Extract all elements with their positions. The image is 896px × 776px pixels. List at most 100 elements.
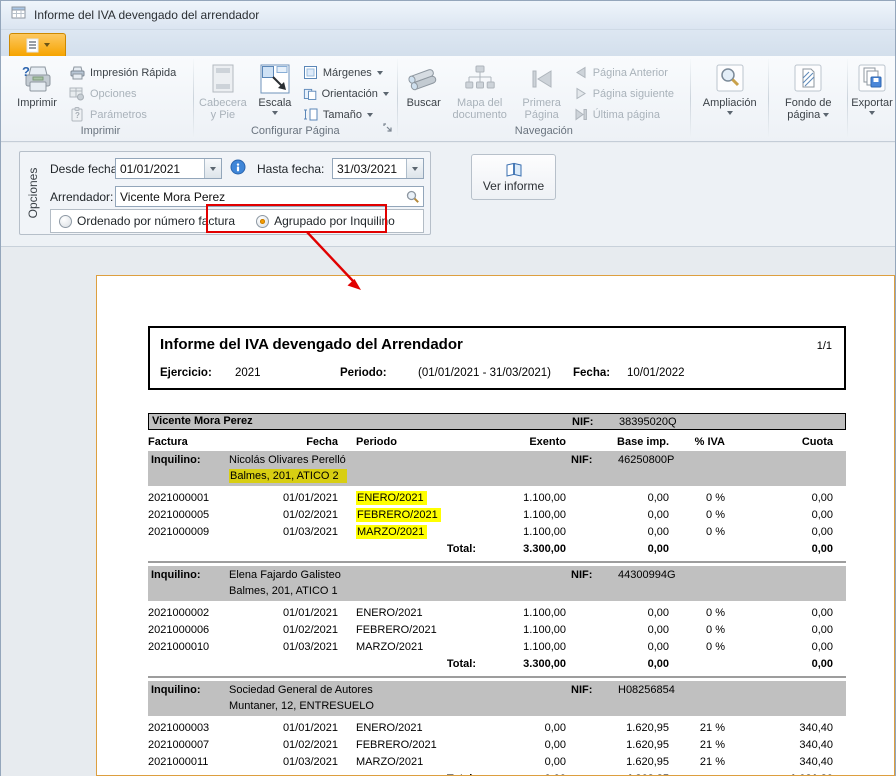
cell-iva: 0 %: [669, 607, 725, 619]
application-menu-tab[interactable]: [9, 33, 66, 56]
group-label-fondo: [770, 124, 846, 141]
exportar-label: Exportar: [851, 97, 893, 109]
opciones-panel-label: Opciones: [26, 168, 40, 219]
group-exportar: Exportar: [849, 56, 895, 141]
imprimir-button[interactable]: ? Imprimir: [9, 58, 65, 109]
page-indicator: 1/1: [817, 340, 832, 352]
column-header-row: Factura Fecha Periodo Exento Base imp. %…: [148, 430, 846, 451]
pagina-anterior-button[interactable]: Página Anterior: [570, 63, 688, 82]
tenant-nif-label: NIF:: [571, 567, 592, 583]
exportar-button[interactable]: Exportar: [849, 58, 895, 115]
orientacion-label: Orientación: [322, 88, 378, 100]
escala-button[interactable]: Escala: [251, 58, 299, 115]
tamano-label: Tamaño: [323, 109, 362, 121]
window-icon: [11, 5, 26, 25]
exportar-caret-icon: [869, 111, 875, 115]
report-preview-area[interactable]: Informe del IVA devengado del Arrendador…: [1, 248, 895, 776]
orientation-icon: [303, 86, 317, 101]
total-base: 0,00: [566, 658, 669, 670]
ver-informe-button[interactable]: Ver informe: [471, 154, 556, 200]
group-label-navegacion: Navegación: [399, 124, 689, 141]
tenant-bar: Inquilino: Sociedad General de Autores N…: [148, 681, 846, 716]
group-separator-line: [148, 561, 846, 563]
primera-label-1: Primera: [522, 97, 561, 109]
desde-fecha-input[interactable]: 01/01/2021: [115, 158, 222, 179]
pagina-siguiente-button[interactable]: Página siguiente: [570, 84, 688, 103]
tenant-address: Balmes, 201, ATICO 1: [229, 585, 338, 597]
cell-exento: 0,00: [486, 722, 566, 734]
mapa-label-1: Mapa del: [457, 97, 502, 109]
last-page-icon: [574, 108, 588, 121]
group-total-row: Total: 0,00 4.862,85 1.021,20: [148, 770, 846, 776]
arrendador-search-icon[interactable]: [406, 187, 423, 206]
cell-base: 1.620,95: [566, 722, 669, 734]
mapa-documento-button[interactable]: Mapa del documento: [449, 58, 511, 121]
total-label: Total:: [356, 658, 486, 670]
menu-caret-icon: [44, 43, 50, 47]
cell-iva: 0 %: [669, 526, 725, 538]
binoculars-icon: [406, 60, 442, 97]
cell-iva: 21 %: [669, 722, 725, 734]
cell-cuota: 340,40: [725, 722, 833, 734]
impresion-rapida-button[interactable]: Impresión Rápida: [65, 63, 187, 82]
desde-fecha-dropdown-button[interactable]: [204, 159, 221, 178]
tamano-button[interactable]: Tamaño: [299, 105, 393, 124]
parametros-label: Parámetros: [90, 109, 147, 121]
group-separator: [768, 59, 769, 138]
col-cuota: Cuota: [725, 436, 833, 448]
tenant-name: Sociedad General de Autores: [229, 682, 373, 698]
mapa-label-2: documento: [452, 109, 506, 121]
cell-fecha: 01/02/2021: [258, 624, 338, 636]
total-base: 0,00: [566, 543, 669, 555]
hasta-fecha-label: Hasta fecha:: [257, 162, 324, 176]
radio-ordenado-control[interactable]: [59, 215, 72, 228]
size-icon: [303, 107, 318, 122]
cell-exento: 1.100,00: [486, 509, 566, 521]
cell-cuota: 340,40: [725, 739, 833, 751]
fondo-pagina-button[interactable]: Fondo de página: [772, 58, 844, 121]
margenes-button[interactable]: Márgenes: [299, 63, 393, 82]
invoice-row: 2021000007 01/02/2021 FEBRERO/2021 0,00 …: [148, 736, 846, 753]
opciones-button[interactable]: Opciones: [65, 84, 187, 103]
invoice-row: 2021000003 01/01/2021 ENERO/2021 0,00 1.…: [148, 719, 846, 736]
cabecera-y-pie-button[interactable]: Cabecera y Pie: [195, 58, 251, 121]
tenant-row-label: Inquilino:: [151, 682, 200, 698]
scale-icon: [260, 60, 290, 97]
svg-text:?: ?: [75, 111, 80, 120]
group-configurar-pagina: Cabecera y Pie Escala Márgenes Orienta: [195, 56, 396, 141]
previous-page-icon: [574, 66, 588, 79]
info-icon[interactable]: [230, 159, 246, 180]
cell-periodo-text: MARZO/2021: [356, 525, 427, 539]
parameters-clipboard-icon: ?: [69, 107, 85, 122]
primera-pagina-button[interactable]: Primera Página: [514, 58, 570, 121]
first-page-icon: [527, 60, 557, 97]
group-ampliacion: Ampliación: [692, 56, 768, 141]
tenant-name: Nicolás Olivares Perelló: [229, 452, 346, 468]
parametros-button[interactable]: ? Parámetros: [65, 105, 187, 124]
group-rows: 2021000002 01/01/2021 ENERO/2021 1.100,0…: [148, 604, 846, 655]
tenant-row-label: Inquilino:: [151, 567, 200, 583]
ultima-pagina-button[interactable]: Última página: [570, 105, 688, 124]
desde-fecha-value: 01/01/2021: [116, 159, 204, 178]
cell-iva: 21 %: [669, 739, 725, 751]
margenes-caret-icon: [377, 71, 383, 75]
orientacion-button[interactable]: Orientación: [299, 84, 393, 103]
hasta-fecha-dropdown-button[interactable]: [406, 159, 423, 178]
options-grid-icon: [69, 86, 85, 101]
total-label: Total:: [356, 773, 486, 776]
cell-base: 0,00: [566, 526, 669, 538]
buscar-button[interactable]: Buscar: [399, 58, 449, 109]
invoice-row: 2021000005 01/02/2021 FEBRERO/2021 1.100…: [148, 506, 846, 523]
ampliacion-button[interactable]: Ampliación: [695, 58, 765, 115]
invoice-row: 2021000010 01/03/2021 MARZO/2021 1.100,0…: [148, 638, 846, 655]
cell-fecha: 01/03/2021: [258, 641, 338, 653]
cell-periodo-text: FEBRERO/2021: [356, 508, 441, 522]
annotation-arrow: [297, 232, 381, 306]
cell-iva: 0 %: [669, 641, 725, 653]
group-label-configurar-pagina: Configurar Página: [195, 124, 396, 141]
next-page-icon: [574, 87, 588, 100]
hasta-fecha-input[interactable]: 31/03/2021: [332, 158, 424, 179]
cell-fecha: 01/03/2021: [258, 756, 338, 768]
hasta-fecha-value: 31/03/2021: [333, 159, 406, 178]
configurar-pagina-dialog-launcher-icon[interactable]: [383, 123, 393, 138]
